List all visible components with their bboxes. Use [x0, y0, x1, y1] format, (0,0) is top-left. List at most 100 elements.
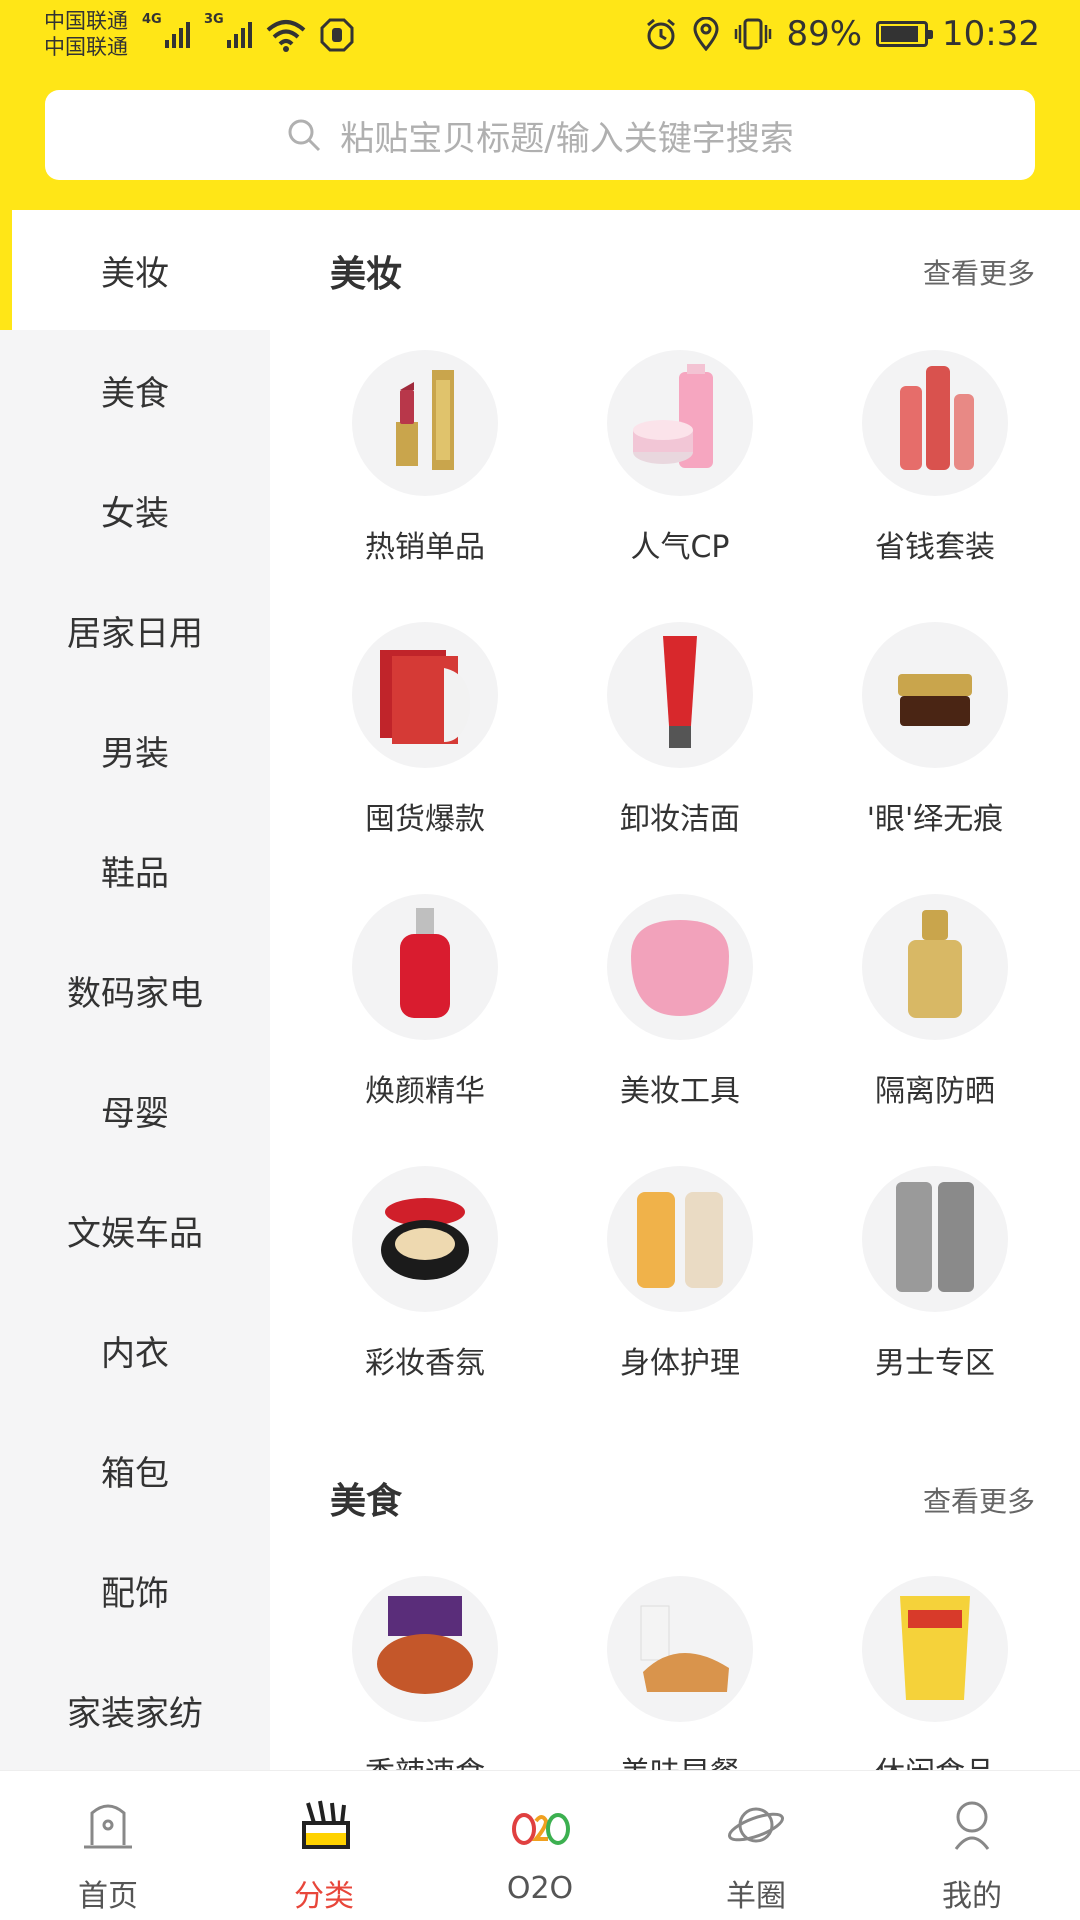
bottle-set-image	[862, 350, 1008, 496]
clock: 10:32	[942, 14, 1040, 54]
category-cell-sunscreen[interactable]: 隔离防晒	[820, 894, 1050, 1154]
tab-home[interactable]: 首页	[0, 1771, 216, 1920]
profile-icon	[954, 1801, 990, 1850]
status-right: 89% 10:32	[644, 14, 1040, 54]
home-icon	[84, 1804, 132, 1849]
category-cell-serum[interactable]: 焕颜精华	[310, 894, 540, 1154]
cleansing-device-image	[607, 894, 753, 1040]
net-type-2: 3G	[204, 12, 224, 27]
category-cell-hot-items[interactable]: 热销单品	[310, 350, 540, 610]
category-label: 香辣速食	[310, 1748, 540, 1770]
sunscreen-bottle-image	[862, 894, 1008, 1040]
tab-o2o[interactable]: O2O	[432, 1771, 648, 1920]
sidebar-item-women-clothing[interactable]: 女装	[0, 450, 270, 570]
see-more-beauty-link[interactable]: 查看更多	[923, 252, 1035, 292]
category-cell-tools[interactable]: 美妆工具	[565, 894, 795, 1154]
tab-label: 我的	[942, 1879, 1002, 1914]
category-label: 焕颜精华	[365, 1074, 485, 1109]
category-cell-men[interactable]: 男士专区	[820, 1166, 1050, 1426]
location-icon	[693, 17, 719, 51]
sidebar-item-food[interactable]: 美食	[0, 330, 270, 450]
serum-bottle-image	[352, 894, 498, 1040]
search-bar[interactable]: 粘贴宝贝标题/输入关键字搜索	[45, 90, 1035, 180]
category-label: 人气CP	[630, 530, 730, 565]
tab-circle[interactable]: 羊圈	[648, 1771, 864, 1920]
tab-category[interactable]: 分类	[216, 1771, 432, 1920]
sidebar-item-baby[interactable]: 母婴	[0, 1050, 270, 1170]
eye-cream-jar-image	[862, 622, 1008, 768]
status-bar: 中国联通 中国联通 4G 3G 89% 10:32	[0, 0, 1080, 78]
sidebar-item-accessories[interactable]: 配饰	[0, 1530, 270, 1650]
category-cell-spicy-instant[interactable]: 香辣速食	[310, 1576, 540, 1770]
category-cell-breakfast[interactable]: 美味早餐	[565, 1576, 795, 1770]
lipstick-image	[352, 350, 498, 496]
sidebar-item-home-daily[interactable]: 居家日用	[0, 570, 270, 690]
cushion-compact-image	[352, 1166, 498, 1312]
category-cell-makeup[interactable]: 彩妆香氛	[310, 1166, 540, 1426]
category-label: 隔离防晒	[875, 1074, 995, 1109]
chips-bag-image	[862, 1576, 1008, 1722]
alarm-icon	[647, 18, 676, 50]
tab-label: O2O	[506, 1871, 574, 1906]
bread-milk-image	[607, 1576, 753, 1722]
tab-me[interactable]: 我的	[864, 1771, 1080, 1920]
battery-icon	[876, 21, 934, 47]
hand-icon	[320, 18, 354, 52]
category-sidebar: 美妆 美食 女装 居家日用 男装 鞋品 数码家电 母婴 文娱车品 内衣 箱包 配…	[0, 210, 270, 1770]
category-cell-cleansing[interactable]: 卸妆洁面	[565, 622, 795, 882]
category-label: 卸妆洁面	[620, 802, 740, 837]
net-type-1: 4G	[142, 12, 162, 27]
carrier-1: 中国联通	[44, 9, 128, 33]
category-label: '眼'绎无痕	[866, 802, 1004, 837]
sidebar-item-beauty[interactable]: 美妆	[0, 210, 270, 330]
category-cell-stockup[interactable]: 囤货爆款	[310, 622, 540, 882]
o2o-icon	[512, 1813, 570, 1845]
carrier-2: 中国联通	[44, 35, 128, 59]
category-cell-snacks[interactable]: 休闲食品	[820, 1576, 1050, 1770]
category-label: 省钱套装	[875, 530, 995, 565]
tab-label: 首页	[78, 1879, 138, 1914]
tab-label: 羊圈	[726, 1879, 786, 1914]
see-more-food-link[interactable]: 查看更多	[923, 1480, 1035, 1520]
body-lotion-bottles-image	[607, 1166, 753, 1312]
vibrate-icon	[735, 18, 772, 50]
tab-label: 分类	[294, 1879, 354, 1914]
category-cell-popular-cp[interactable]: 人气CP	[565, 350, 795, 610]
sidebar-item-bags[interactable]: 箱包	[0, 1410, 270, 1530]
category-cell-value-sets[interactable]: 省钱套装	[820, 350, 1050, 610]
category-label: 男士专区	[875, 1346, 995, 1381]
category-cell-body-care[interactable]: 身体护理	[565, 1166, 795, 1426]
sidebar-item-shoes[interactable]: 鞋品	[0, 810, 270, 930]
network-icons: 4G 3G	[142, 12, 354, 52]
category-label: 彩妆香氛	[365, 1346, 485, 1381]
signal-3g-icon: 3G	[204, 12, 252, 52]
planet-icon	[728, 1807, 784, 1843]
battery-percent: 89%	[786, 14, 863, 54]
header: 中国联通 中国联通 4G 3G 89% 10:32 粘贴宝贝标题/输入关键字搜索	[0, 0, 1080, 210]
search-placeholder: 粘贴宝贝标题/输入关键字搜索	[340, 118, 794, 159]
section-title-beauty: 美妆	[330, 254, 403, 295]
carrier-info: 中国联通 中国联通	[44, 8, 128, 60]
cleanser-tube-image	[607, 622, 753, 768]
app-root: 中国联通 中国联通 4G 3G 89% 10:32 粘贴宝贝标题/输入关键字搜索…	[0, 0, 1080, 1920]
category-label: 囤货爆款	[365, 802, 485, 837]
category-icon	[302, 1800, 350, 1849]
face-mask-image	[352, 622, 498, 768]
sidebar-item-digital[interactable]: 数码家电	[0, 930, 270, 1050]
category-label: 休闲食品	[820, 1748, 1050, 1770]
category-label: 身体护理	[620, 1346, 740, 1381]
skincare-set-image	[607, 350, 753, 496]
search-icon	[288, 119, 321, 152]
bottom-tab-bar: 首页 分类 O2O 羊圈 我的	[0, 1770, 1080, 1920]
category-label: 热销单品	[365, 530, 485, 565]
section-title-food: 美食	[330, 1481, 403, 1522]
sidebar-item-underwear[interactable]: 内衣	[0, 1290, 270, 1410]
noodle-bowl-image	[352, 1576, 498, 1722]
category-content: 美妆 查看更多 热销单品 人气CP 省钱套装 囤货爆款 卸妆洁面 '眼'绎无痕 …	[270, 210, 1080, 1770]
sidebar-item-home-textile[interactable]: 家装家纺	[0, 1650, 270, 1770]
sidebar-item-entertainment-car[interactable]: 文娱车品	[0, 1170, 270, 1290]
sidebar-item-men-clothing[interactable]: 男装	[0, 690, 270, 810]
category-cell-eye-care[interactable]: '眼'绎无痕	[820, 622, 1050, 882]
men-skincare-image	[862, 1166, 1008, 1312]
category-label: 美妆工具	[620, 1074, 740, 1109]
